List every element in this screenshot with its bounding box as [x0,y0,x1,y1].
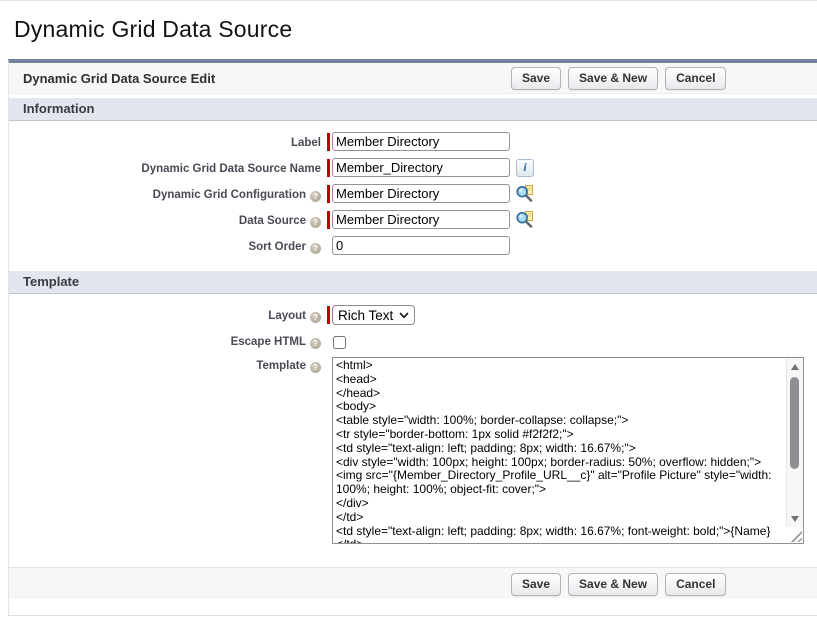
field-row-configuration: Dynamic Grid Configuration? [9,184,817,203]
label-input[interactable] [332,132,510,151]
textarea-scrollbar[interactable] [786,358,803,527]
scrollbar-thumb[interactable] [790,377,799,469]
top-button-group: Save Save & New Cancel [511,67,733,90]
section-header-information: Information [9,98,817,121]
information-section: Label Dynamic Grid Data Source Name i Dy… [9,121,817,271]
template-field-label: Template? [9,357,321,373]
section-header-template: Template [9,271,817,294]
field-row-escape-html: Escape HTML? [9,332,817,350]
template-textarea-content: <html> <head> </head> <body> <table styl… [333,358,786,543]
help-icon[interactable]: ? [310,362,321,373]
field-row-data-source: Data Source? [9,210,817,229]
configuration-input[interactable] [332,184,510,203]
configuration-field-label: Dynamic Grid Configuration? [9,186,321,202]
required-indicator [327,133,330,151]
field-row-template: Template? <html> <head> </head> <body> <… [9,357,817,544]
required-indicator [327,211,330,229]
help-icon[interactable]: ? [310,338,321,349]
data-source-field-label: Data Source? [9,212,321,228]
required-indicator [327,306,330,324]
resize-grip-icon[interactable] [788,528,802,542]
help-icon[interactable]: ? [310,191,321,202]
scroll-down-button[interactable] [787,511,803,526]
field-row-label: Label [9,132,817,151]
data-source-name-input[interactable] [332,158,510,177]
cancel-button[interactable]: Cancel [665,67,726,90]
info-icon[interactable]: i [516,159,534,177]
bottom-save-button[interactable]: Save [511,573,561,596]
field-row-name: Dynamic Grid Data Source Name i [9,158,817,177]
triangle-up-icon [791,364,799,370]
chevron-down-icon [399,312,409,319]
field-row-sort-order: Sort Order? [9,236,817,255]
template-textarea[interactable]: <html> <head> </head> <body> <table styl… [332,357,804,544]
panel-header-title: Dynamic Grid Data Source Edit [23,71,215,86]
layout-select[interactable]: Rich Text [332,305,415,325]
scroll-up-button[interactable] [787,359,803,374]
escape-html-checkbox[interactable] [333,336,346,349]
triangle-down-icon [791,516,799,522]
field-row-layout: Layout? Rich Text [9,305,817,325]
escape-html-field-label: Escape HTML? [9,333,321,349]
layout-select-value: Rich Text [338,308,393,323]
required-indicator-empty [327,442,331,460]
save-button[interactable]: Save [511,67,561,90]
layout-field-label: Layout? [9,307,321,323]
help-icon[interactable]: ? [310,312,321,323]
bottom-save-and-new-button[interactable]: Save & New [568,573,658,596]
bottom-button-bar: Save Save & New Cancel [9,567,817,599]
help-icon[interactable]: ? [310,217,321,228]
lookup-icon[interactable] [515,210,534,229]
help-icon[interactable]: ? [310,243,321,254]
required-indicator [327,185,330,203]
edit-panel: Dynamic Grid Data Source Edit Save Save … [8,59,817,616]
required-indicator-empty [327,237,331,255]
label-field-label: Label [9,134,321,149]
sort-order-field-label: Sort Order? [9,238,321,254]
template-section: Layout? Rich Text Escape HTML? Template? [9,294,817,615]
required-indicator-empty [327,332,331,350]
required-indicator [327,159,330,177]
page-title: Dynamic Grid Data Source [14,16,817,43]
data-source-input[interactable] [332,210,510,229]
sort-order-input[interactable] [332,236,510,255]
bottom-button-group: Save Save & New Cancel [511,573,733,596]
panel-header: Dynamic Grid Data Source Edit Save Save … [9,63,817,94]
lookup-icon[interactable] [515,184,534,203]
save-and-new-button[interactable]: Save & New [568,67,658,90]
bottom-cancel-button[interactable]: Cancel [665,573,726,596]
name-field-label: Dynamic Grid Data Source Name [9,160,321,175]
